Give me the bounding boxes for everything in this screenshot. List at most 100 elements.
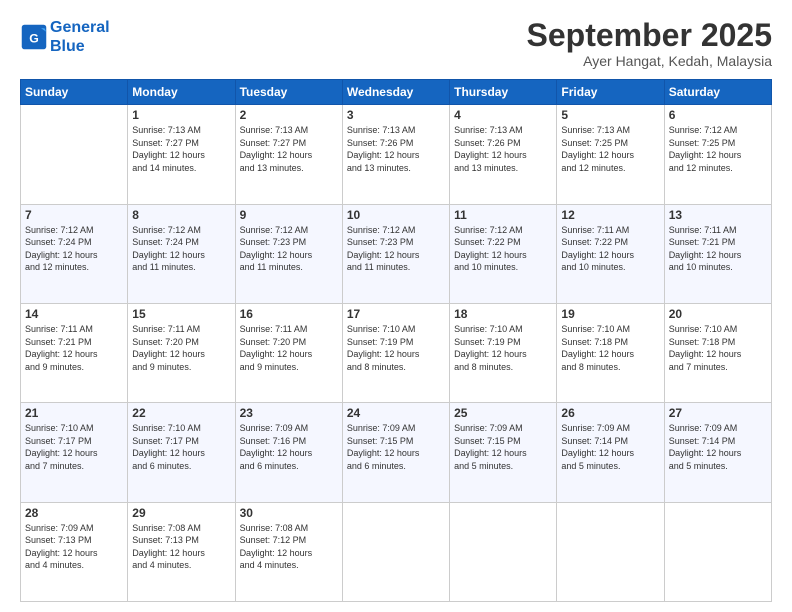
cell-info: Sunrise: 7:09 AM Sunset: 7:15 PM Dayligh…	[347, 422, 445, 472]
calendar-cell	[664, 502, 771, 601]
calendar-cell: 7 Sunrise: 7:12 AM Sunset: 7:24 PM Daylig…	[21, 204, 128, 303]
calendar-cell: 15 Sunrise: 7:11 AM Sunset: 7:20 PM Dayli…	[128, 303, 235, 402]
day-number: 21	[25, 406, 123, 420]
cell-info: Sunrise: 7:11 AM Sunset: 7:20 PM Dayligh…	[240, 323, 338, 373]
col-header-sunday: Sunday	[21, 80, 128, 105]
calendar-cell: 11 Sunrise: 7:12 AM Sunset: 7:22 PM Dayli…	[450, 204, 557, 303]
cell-info: Sunrise: 7:12 AM Sunset: 7:23 PM Dayligh…	[347, 224, 445, 274]
calendar-cell	[342, 502, 449, 601]
cell-info: Sunrise: 7:12 AM Sunset: 7:25 PM Dayligh…	[669, 124, 767, 174]
calendar-cell: 27Sunrise: 7:09 AM Sunset: 7:14 PM Dayli…	[664, 403, 771, 502]
cell-info: Sunrise: 7:08 AM Sunset: 7:12 PM Dayligh…	[240, 522, 338, 572]
calendar-week-row: 28 Sunrise: 7:09 AM Sunset: 7:13 PM Dayli…	[21, 502, 772, 601]
day-number: 26	[561, 406, 659, 420]
calendar-cell: 4 Sunrise: 7:13 AM Sunset: 7:26 PM Daylig…	[450, 105, 557, 204]
calendar-cell	[21, 105, 128, 204]
col-header-thursday: Thursday	[450, 80, 557, 105]
cell-info: Sunrise: 7:11 AM Sunset: 7:21 PM Dayligh…	[669, 224, 767, 274]
calendar-cell: 30Sunrise: 7:08 AM Sunset: 7:12 PM Dayli…	[235, 502, 342, 601]
cell-info: Sunrise: 7:12 AM Sunset: 7:24 PM Dayligh…	[132, 224, 230, 274]
cell-info: Sunrise: 7:13 AM Sunset: 7:27 PM Dayligh…	[240, 124, 338, 174]
logo-general: General	[50, 19, 110, 36]
cell-info: Sunrise: 7:08 AM Sunset: 7:13 PM Dayligh…	[132, 522, 230, 572]
col-header-friday: Friday	[557, 80, 664, 105]
cell-info: Sunrise: 7:09 AM Sunset: 7:13 PM Dayligh…	[25, 522, 123, 572]
day-number: 13	[669, 208, 767, 222]
cell-info: Sunrise: 7:13 AM Sunset: 7:26 PM Dayligh…	[347, 124, 445, 174]
day-number: 29	[132, 506, 230, 520]
cell-info: Sunrise: 7:09 AM Sunset: 7:14 PM Dayligh…	[561, 422, 659, 472]
cell-info: Sunrise: 7:09 AM Sunset: 7:15 PM Dayligh…	[454, 422, 552, 472]
calendar-cell: 5Sunrise: 7:13 AM Sunset: 7:25 PM Daylig…	[557, 105, 664, 204]
cell-info: Sunrise: 7:10 AM Sunset: 7:17 PM Dayligh…	[25, 422, 123, 472]
calendar-cell: 12 Sunrise: 7:11 AM Sunset: 7:22 PM Dayli…	[557, 204, 664, 303]
col-header-monday: Monday	[128, 80, 235, 105]
calendar-cell: 26 Sunrise: 7:09 AM Sunset: 7:14 PM Dayli…	[557, 403, 664, 502]
logo-icon: G	[20, 23, 48, 51]
logo: G General Blue	[20, 18, 110, 56]
day-number: 14	[25, 307, 123, 321]
header: G General Blue September 2025 Ayer Hanga…	[20, 18, 772, 69]
logo-blue: Blue	[50, 38, 85, 55]
calendar-cell: 17 Sunrise: 7:10 AM Sunset: 7:19 PM Dayli…	[342, 303, 449, 402]
day-number: 6	[669, 108, 767, 122]
calendar-cell: 23 Sunrise: 7:09 AM Sunset: 7:16 PM Dayli…	[235, 403, 342, 502]
calendar-header-row: SundayMondayTuesdayWednesdayThursdayFrid…	[21, 80, 772, 105]
day-number: 12	[561, 208, 659, 222]
cell-info: Sunrise: 7:10 AM Sunset: 7:18 PM Dayligh…	[561, 323, 659, 373]
cell-info: Sunrise: 7:09 AM Sunset: 7:16 PM Dayligh…	[240, 422, 338, 472]
calendar-cell: 3 Sunrise: 7:13 AM Sunset: 7:26 PM Daylig…	[342, 105, 449, 204]
calendar-cell: 21 Sunrise: 7:10 AM Sunset: 7:17 PM Dayli…	[21, 403, 128, 502]
day-number: 1	[132, 108, 230, 122]
calendar-cell: 10 Sunrise: 7:12 AM Sunset: 7:23 PM Dayli…	[342, 204, 449, 303]
calendar-table: SundayMondayTuesdayWednesdayThursdayFrid…	[20, 79, 772, 602]
logo-text: General Blue	[50, 18, 110, 56]
svg-text:G: G	[29, 31, 39, 45]
day-number: 10	[347, 208, 445, 222]
day-number: 4	[454, 108, 552, 122]
cell-info: Sunrise: 7:12 AM Sunset: 7:24 PM Dayligh…	[25, 224, 123, 274]
day-number: 24	[347, 406, 445, 420]
calendar-cell: 20Sunrise: 7:10 AM Sunset: 7:18 PM Dayli…	[664, 303, 771, 402]
calendar-cell: 29 Sunrise: 7:08 AM Sunset: 7:13 PM Dayli…	[128, 502, 235, 601]
calendar-cell: 24 Sunrise: 7:09 AM Sunset: 7:15 PM Dayli…	[342, 403, 449, 502]
calendar-week-row: 7 Sunrise: 7:12 AM Sunset: 7:24 PM Daylig…	[21, 204, 772, 303]
cell-info: Sunrise: 7:11 AM Sunset: 7:20 PM Dayligh…	[132, 323, 230, 373]
col-header-tuesday: Tuesday	[235, 80, 342, 105]
day-number: 18	[454, 307, 552, 321]
location: Ayer Hangat, Kedah, Malaysia	[527, 53, 772, 69]
calendar-cell: 13 Sunrise: 7:11 AM Sunset: 7:21 PM Dayli…	[664, 204, 771, 303]
calendar-cell	[450, 502, 557, 601]
cell-info: Sunrise: 7:11 AM Sunset: 7:21 PM Dayligh…	[25, 323, 123, 373]
cell-info: Sunrise: 7:12 AM Sunset: 7:22 PM Dayligh…	[454, 224, 552, 274]
calendar-cell: 28 Sunrise: 7:09 AM Sunset: 7:13 PM Dayli…	[21, 502, 128, 601]
calendar-cell: 16 Sunrise: 7:11 AM Sunset: 7:20 PM Dayli…	[235, 303, 342, 402]
col-header-wednesday: Wednesday	[342, 80, 449, 105]
cell-info: Sunrise: 7:10 AM Sunset: 7:17 PM Dayligh…	[132, 422, 230, 472]
calendar-cell: 19Sunrise: 7:10 AM Sunset: 7:18 PM Dayli…	[557, 303, 664, 402]
day-number: 2	[240, 108, 338, 122]
calendar-cell: 1Sunrise: 7:13 AM Sunset: 7:27 PM Daylig…	[128, 105, 235, 204]
day-number: 9	[240, 208, 338, 222]
calendar-week-row: 1 Sunrise: 7:13 AM Sunset: 7:27 PM Daylig…	[21, 105, 772, 204]
day-number: 16	[240, 307, 338, 321]
day-number: 17	[347, 307, 445, 321]
day-number: 27	[669, 406, 767, 420]
day-number: 11	[454, 208, 552, 222]
calendar-cell	[557, 502, 664, 601]
day-number: 20	[669, 307, 767, 321]
day-number: 25	[454, 406, 552, 420]
cell-info: Sunrise: 7:10 AM Sunset: 7:19 PM Dayligh…	[347, 323, 445, 373]
day-number: 22	[132, 406, 230, 420]
calendar-cell: 18Sunrise: 7:10 AM Sunset: 7:19 PM Dayli…	[450, 303, 557, 402]
page: G General Blue September 2025 Ayer Hanga…	[0, 0, 792, 612]
day-number: 23	[240, 406, 338, 420]
day-number: 7	[25, 208, 123, 222]
month-title: September 2025	[527, 18, 772, 53]
day-number: 28	[25, 506, 123, 520]
day-number: 3	[347, 108, 445, 122]
cell-info: Sunrise: 7:13 AM Sunset: 7:26 PM Dayligh…	[454, 124, 552, 174]
cell-info: Sunrise: 7:11 AM Sunset: 7:22 PM Dayligh…	[561, 224, 659, 274]
day-number: 8	[132, 208, 230, 222]
day-number: 15	[132, 307, 230, 321]
